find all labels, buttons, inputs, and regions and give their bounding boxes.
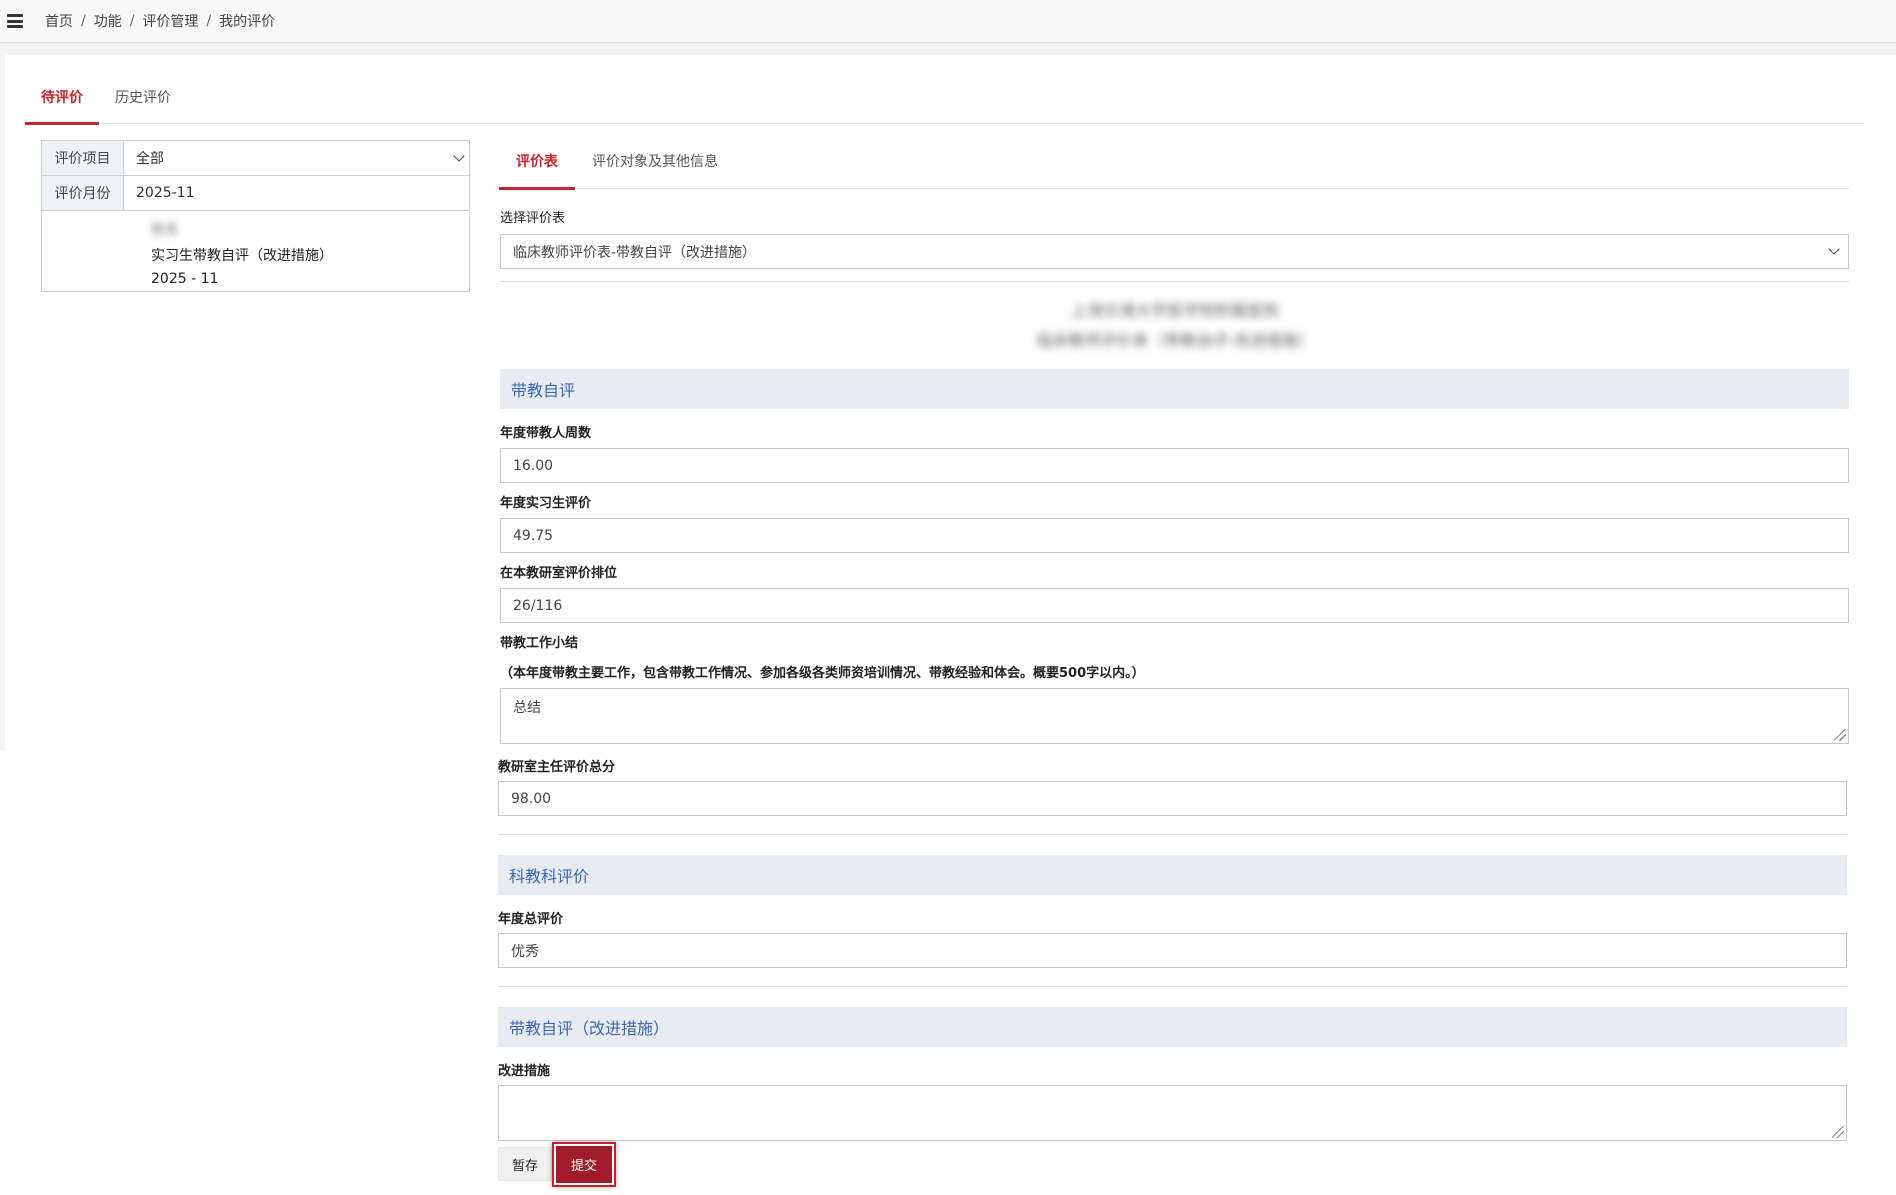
chevron-down-icon	[453, 150, 465, 162]
breadcrumb: 首页 / 功能 / 评价管理 / 我的评价	[45, 11, 276, 31]
resize-grip-icon[interactable]	[1832, 1126, 1844, 1138]
annual-eval-input[interactable]: 优秀	[498, 933, 1847, 968]
student-eval-input[interactable]: 49.75	[500, 518, 1849, 553]
project-label: 评价项目	[42, 141, 124, 175]
chevron-down-icon	[1828, 243, 1840, 255]
save-draft-button[interactable]: 暂存	[498, 1147, 552, 1181]
work-summary-textarea[interactable]: 总结	[500, 688, 1849, 744]
tab-evaluation-target-info[interactable]: 评价对象及其他信息	[575, 142, 735, 189]
sub-tabs: 评价表 评价对象及其他信息	[499, 142, 1849, 190]
top-bar: 首页 / 功能 / 评价管理 / 我的评价	[0, 0, 1896, 43]
ranking-input[interactable]: 26/116	[500, 588, 1849, 623]
main-tabs: 待评价 历史评价	[25, 78, 1864, 125]
list-item-title: 实习生带教自评（改进措施）	[151, 248, 333, 264]
submit-button[interactable]: 提交	[556, 1146, 612, 1183]
divider	[498, 834, 1847, 835]
teaching-weeks-label: 年度带教人周数	[500, 426, 592, 441]
improvement-label: 改进措施	[498, 1064, 551, 1079]
breadcrumb-function[interactable]: 功能	[94, 11, 122, 31]
project-select[interactable]: 全部	[124, 141, 469, 175]
tab-evaluation-form[interactable]: 评价表	[499, 142, 575, 190]
director-score-input[interactable]: 98.00	[498, 781, 1847, 816]
work-summary-text: 总结	[513, 700, 541, 716]
form-header-line1: 上海交通大学医学院附属医院	[1070, 301, 1279, 320]
list-item[interactable]: 姓名 实习生带教自评（改进措施） 2025 - 11	[42, 211, 469, 291]
menu-icon[interactable]	[7, 14, 23, 28]
month-input[interactable]: 2025-11	[124, 176, 469, 210]
project-select-value: 全部	[136, 151, 164, 167]
list-item-month: 2025 - 11	[151, 271, 219, 287]
resize-grip-icon[interactable]	[1834, 729, 1846, 741]
section-teaching-self-eval: 带教自评	[500, 369, 1849, 409]
work-summary-hint: （本年度带教主要工作，包含带教工作情况、参加各级各类师资培训情况、带教经验和体会…	[500, 666, 1145, 681]
work-summary-label: 带教工作小结	[500, 636, 579, 651]
section-education-dept-eval: 科教科评价	[498, 855, 1847, 895]
select-form-label: 选择评价表	[500, 211, 566, 226]
student-eval-label: 年度实习生评价	[500, 496, 592, 511]
form-select-value: 临床教师评价表-带教自评（改进措施）	[513, 244, 757, 261]
breadcrumb-my-evaluation: 我的评价	[219, 14, 276, 30]
divider	[500, 281, 1849, 282]
list-item-name: 姓名	[151, 222, 179, 238]
section-improvement-measures: 带教自评（改进措施）	[498, 1007, 1847, 1047]
teaching-weeks-input[interactable]: 16.00	[500, 448, 1849, 483]
ranking-label: 在本教研室评价排位	[500, 566, 618, 581]
director-score-label: 教研室主任评价总分	[498, 760, 616, 775]
divider	[498, 986, 1847, 987]
form-select[interactable]: 临床教师评价表-带教自评（改进措施）	[500, 234, 1849, 269]
form-header-line2: 临床教师评价表（带教自评·改进措施）	[1036, 331, 1314, 350]
tab-pending[interactable]: 待评价	[25, 78, 99, 125]
breadcrumb-home[interactable]: 首页	[45, 11, 73, 31]
filter-panel: 评价项目 全部 评价月份 2025-11 姓名 实习生带教自评（改进措施） 20…	[41, 140, 470, 292]
tab-history[interactable]: 历史评价	[99, 78, 187, 124]
annual-eval-label: 年度总评价	[498, 912, 564, 927]
breadcrumb-evaluation-management[interactable]: 评价管理	[142, 11, 198, 31]
improvement-textarea[interactable]	[498, 1085, 1847, 1141]
month-label: 评价月份	[42, 176, 124, 210]
